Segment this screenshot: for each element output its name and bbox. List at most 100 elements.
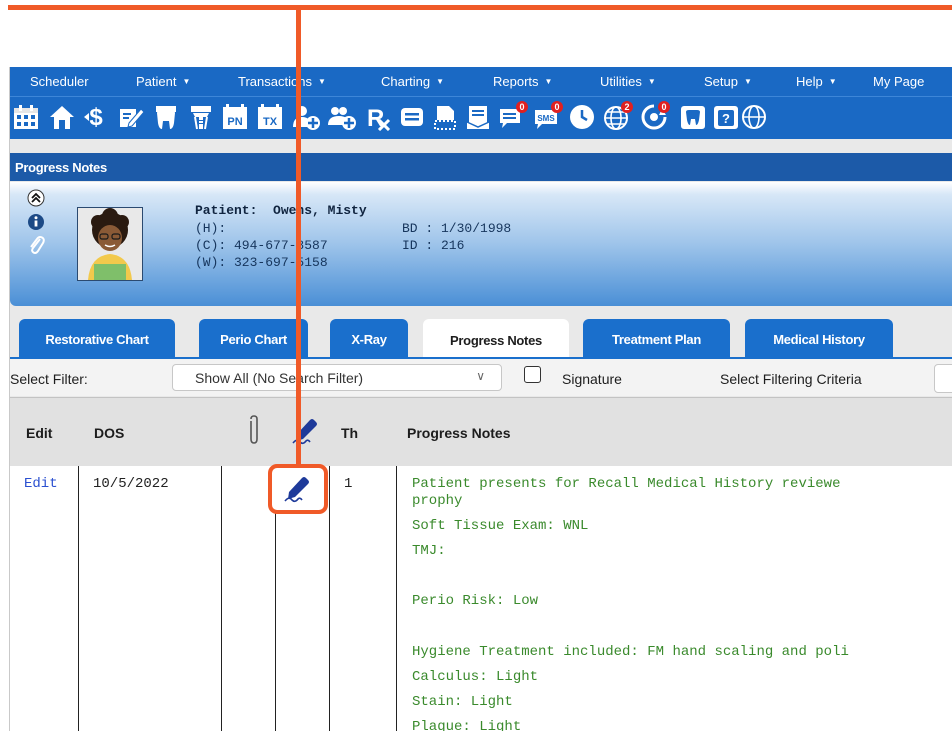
filter-row: Select Filter: Show All (No Search Filte…: [10, 359, 952, 396]
signature-label: Signature: [562, 371, 622, 387]
add-patient-icon[interactable]: [290, 101, 322, 133]
patient-work-phone: (W): 323-697-5158: [195, 255, 328, 270]
annotation-line-top: [8, 5, 952, 10]
dental-app-window: Scheduler Patient ▼ Transactions ▼ Chartin…: [9, 67, 952, 731]
tx-notes-icon[interactable]: [115, 101, 147, 133]
column-divider: [329, 466, 330, 731]
globe-icon[interactable]: 2: [601, 101, 633, 133]
svg-text:?: ?: [722, 111, 730, 126]
svg-text:PN: PN: [227, 116, 242, 128]
menu-reports[interactable]: Reports ▼: [493, 74, 552, 89]
globe-count-badge: 2: [621, 101, 633, 113]
tab-medical-history[interactable]: Medical History: [745, 319, 893, 359]
menu-scheduler[interactable]: Scheduler: [30, 74, 89, 89]
svg-text:$: $: [89, 104, 103, 131]
attachment-column-icon[interactable]: [247, 415, 261, 448]
chevron-down-icon: ▼: [182, 77, 191, 86]
col-header-edit: Edit: [26, 425, 53, 441]
patient-cell-phone: (C): 494-677-8587: [195, 238, 328, 253]
add-family-icon[interactable]: [326, 101, 358, 133]
tooth-implant-icon[interactable]: [185, 101, 217, 133]
clock-icon[interactable]: [566, 101, 598, 133]
svg-text:TX: TX: [263, 116, 278, 128]
menu-transactions[interactable]: Transactions ▼: [238, 74, 326, 89]
notes-table-header: Edit DOS Th Progress Notes: [10, 397, 952, 468]
recall-icon[interactable]: 0: [638, 101, 670, 133]
messages-icon[interactable]: [396, 101, 428, 133]
sms-count-badge: 0: [551, 101, 563, 113]
forms-icon[interactable]: [462, 101, 494, 133]
tab-treatment-plan[interactable]: Treatment Plan: [583, 319, 730, 359]
tooth-icon[interactable]: [150, 101, 182, 133]
column-divider: [78, 466, 79, 731]
chevron-down-icon: ▼: [544, 77, 553, 86]
signature-pen-icon[interactable]: [282, 474, 314, 504]
documents-icon[interactable]: [429, 101, 461, 133]
sms-icon[interactable]: SMS 0: [531, 101, 563, 133]
patient-name-row: Patient: Owens, Misty: [195, 203, 367, 218]
menu-patient[interactable]: Patient ▼: [136, 74, 190, 89]
column-divider: [221, 466, 222, 731]
tab-progress-notes[interactable]: Progress Notes: [423, 319, 569, 361]
section-header: Progress Notes: [10, 153, 952, 181]
home-icon[interactable]: [46, 101, 78, 133]
tooth-chart-icon[interactable]: [677, 101, 709, 133]
menu-charting[interactable]: Charting ▼: [381, 74, 444, 89]
pn-icon[interactable]: PN: [219, 101, 251, 133]
note-line: Stain: Light: [412, 694, 513, 710]
note-line: Calculus: Light: [412, 669, 539, 685]
patient-header: Patient: Owens, Misty (H): (C): 494-677-…: [10, 182, 952, 306]
tab-restorative-chart[interactable]: Restorative Chart: [19, 319, 175, 359]
svg-text:SMS: SMS: [537, 114, 555, 123]
notes-table-body: Edit 10/5/2022 1 Patient presents for Re…: [10, 466, 952, 731]
icon-toolbar: $ PN TX R 0 SMS 0 2 0 ?: [10, 96, 952, 139]
note-line: Hygiene Treatment included: FM hand scal…: [412, 644, 849, 660]
chevron-down-icon: ▼: [436, 77, 445, 86]
patient-id: ID : 216: [402, 238, 465, 253]
collapse-icon[interactable]: [26, 188, 46, 208]
note-date: 10/5/2022: [93, 476, 169, 492]
chevron-down-icon: ▼: [647, 77, 656, 86]
info-icon[interactable]: [26, 212, 46, 232]
note-line: TMJ:: [412, 543, 446, 559]
patient-home-phone: (H):: [195, 221, 227, 236]
signature-checkbox[interactable]: [524, 366, 541, 383]
annotation-line-pointer: [296, 5, 301, 473]
chevron-down-icon: ▼: [828, 77, 837, 86]
menu-utilities[interactable]: Utilities ▼: [600, 74, 656, 89]
web-icon[interactable]: [738, 101, 770, 133]
menu-my-page[interactable]: My Page: [873, 74, 924, 89]
signature-column-icon[interactable]: [290, 416, 322, 449]
note-line: Plaque: Light: [412, 719, 522, 731]
recall-count-badge: 0: [658, 101, 670, 113]
select-filter-label: Select Filter:: [10, 371, 88, 387]
chat-count-badge: 0: [516, 101, 528, 113]
calendar-icon[interactable]: [10, 101, 42, 133]
column-divider: [396, 466, 397, 731]
col-header-th: Th: [341, 425, 359, 441]
patient-avatar: [77, 207, 143, 281]
tab-x-ray[interactable]: X-Ray: [330, 319, 408, 359]
menu-setup[interactable]: Setup ▼: [704, 74, 752, 89]
edit-note-link[interactable]: Edit: [24, 476, 58, 492]
ledger-dollar-icon[interactable]: $: [80, 101, 112, 133]
chevron-down-icon: ▼: [743, 77, 752, 86]
filter-dropdown-value: Show All (No Search Filter): [195, 370, 364, 386]
attachment-icon[interactable]: [26, 234, 46, 254]
section-title: Progress Notes: [15, 160, 107, 175]
tab-perio-chart[interactable]: Perio Chart: [199, 319, 308, 359]
filter-dropdown[interactable]: Show All (No Search Filter) ∨: [172, 364, 502, 391]
rx-icon[interactable]: R: [362, 101, 394, 133]
filtering-criteria-dropdown[interactable]: [934, 364, 952, 393]
chat-icon[interactable]: 0: [496, 101, 528, 133]
note-line: Perio Risk: Low: [412, 593, 539, 609]
note-line: Patient presents for Recall Medical Hist…: [412, 476, 841, 492]
col-header-dos: DOS: [94, 425, 125, 441]
patient-birthdate: BD : 1/30/1998: [402, 221, 512, 236]
chevron-down-icon: ∨: [476, 369, 485, 383]
chart-tabs: Restorative Chart Perio Chart X-Ray Prog…: [10, 307, 952, 361]
note-line: Soft Tissue Exam: WNL: [412, 518, 589, 534]
annotation-highlight-signature: [268, 464, 328, 514]
tx-icon[interactable]: TX: [254, 101, 286, 133]
menu-help[interactable]: Help ▼: [796, 74, 837, 89]
